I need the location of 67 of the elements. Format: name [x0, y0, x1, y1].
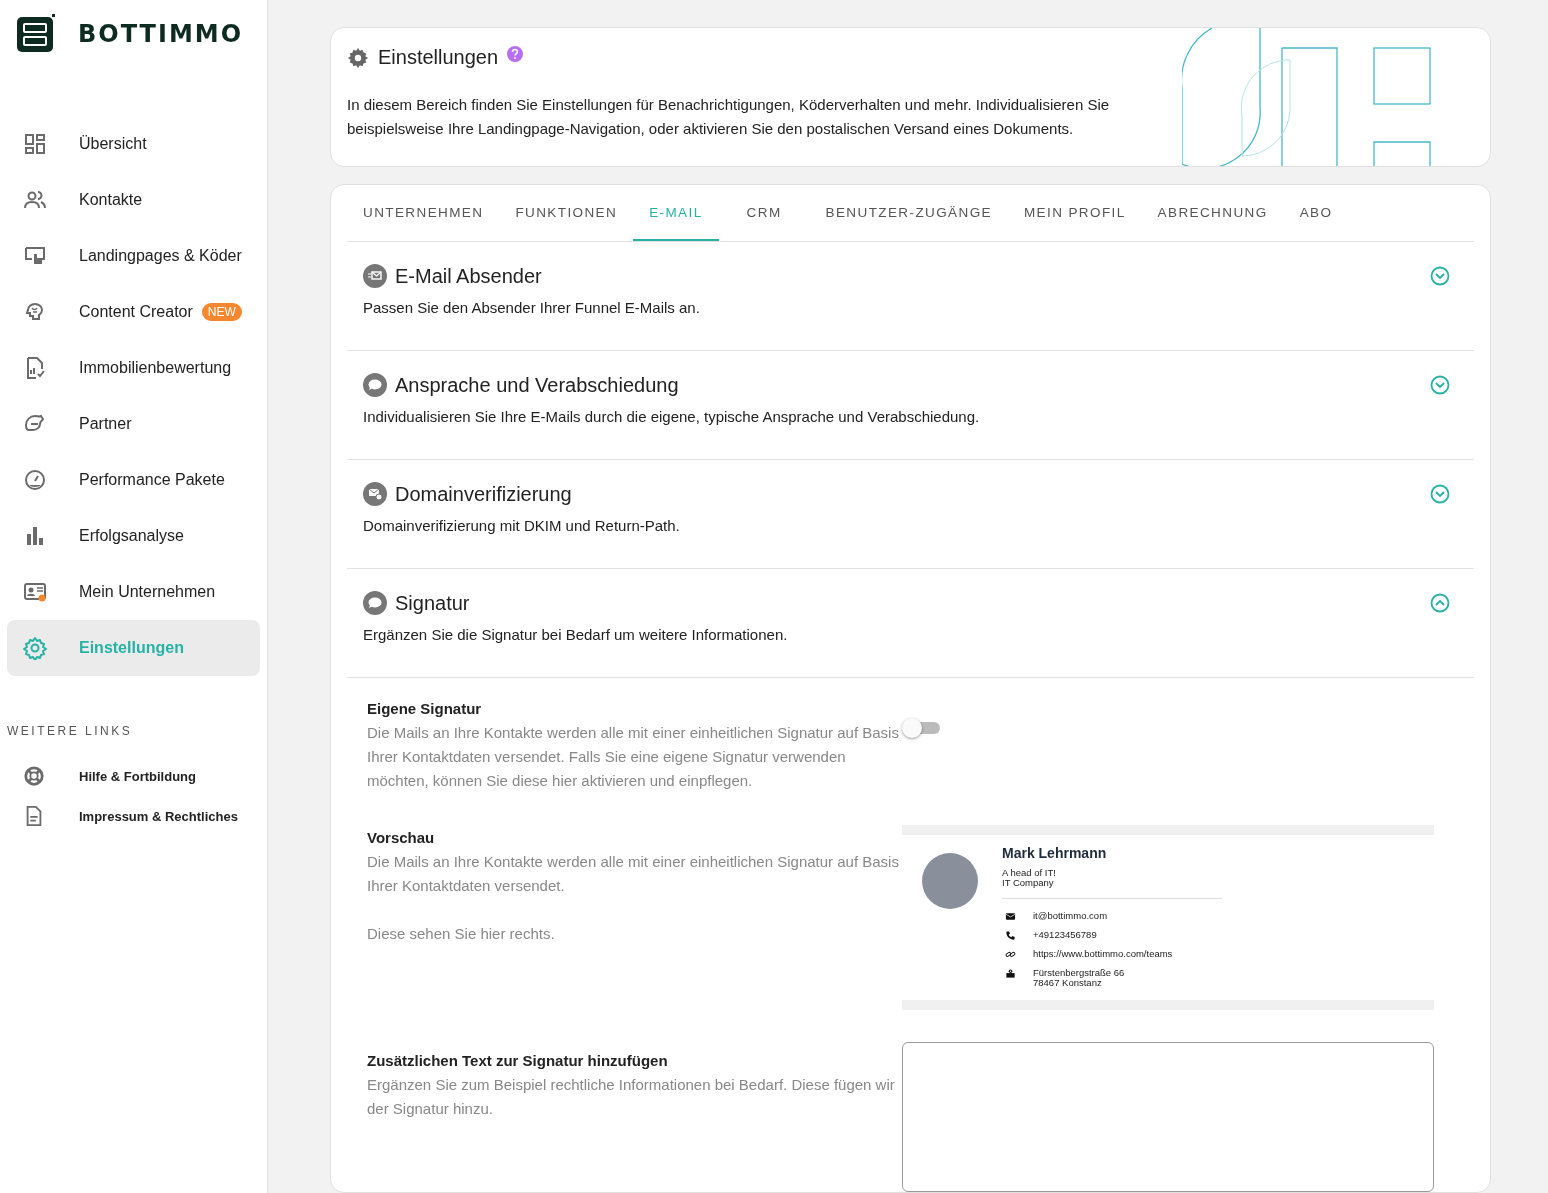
brand-name: BOTTIMMO — [78, 20, 244, 48]
section-description: Ergänzen Sie die Signatur bei Bedarf um weitere Informationen. — [363, 626, 789, 643]
link-icon — [1005, 949, 1016, 960]
chevron-up-icon[interactable] — [1430, 593, 1450, 613]
signature-contact: +49123456789 — [1033, 930, 1097, 940]
tab[interactable]: CRM — [718, 185, 810, 241]
email-icon — [363, 264, 387, 288]
photo-placeholder — [922, 853, 978, 909]
sidebar-link[interactable]: Hilfe & Fortbildung — [7, 756, 260, 796]
setting-title: Zusätzlichen Text zur Signatur hinzufügen — [367, 1052, 669, 1069]
sidebar-item[interactable]: Content Creator NEW — [7, 284, 260, 340]
section-description: Passen Sie den Absender Ihrer Funnel E-Mails an. — [363, 299, 701, 316]
setting-description: Ergänzen Sie zum Beispiel rechtliche Informationen bei Bedarf. Diese fügen wir der Signatur hinzu. — [367, 1075, 896, 1119]
section-title: Domainverifizierung — [395, 482, 572, 506]
sidebar-item[interactable]: Landingpages & Köder — [7, 228, 260, 284]
id-card-icon — [23, 580, 47, 604]
page-title: Einstellungen — [378, 46, 499, 69]
tab[interactable]: BENUTZER-ZUGÄNGE — [809, 185, 1008, 241]
tab[interactable]: FUNKTIONEN — [499, 185, 634, 241]
sidebar-item[interactable]: Immobilienbewertung — [7, 340, 260, 396]
signature-company: IT Company — [1002, 878, 1055, 888]
settings-icon — [347, 46, 369, 69]
envelope-icon — [1005, 911, 1016, 922]
speech-bubble-icon — [363, 591, 387, 615]
sidebar-link[interactable]: Impressum & Rechtliches — [7, 796, 260, 836]
signature-role: A head of IT! — [1002, 868, 1057, 878]
sidebar-item[interactable]: Mein Unternehmen — [7, 564, 260, 620]
phone-icon — [1005, 930, 1016, 941]
dashboard-icon — [23, 132, 47, 156]
page-description: In diesem Bereich finden Sie Einstellungen für Benachrichtigungen, Köderverhalten und mehr. Individualisieren Sie beispielsweise Ihre Landingpage-Navigation, oder aktivieren Sie den postalischen Versand eines Dokuments. — [347, 95, 1111, 139]
gauge-icon — [23, 468, 47, 492]
speech-bubble-icon — [363, 373, 387, 397]
location-icon — [1005, 968, 1016, 979]
sidebar-item[interactable]: Übersicht — [7, 116, 260, 172]
setting-description: Die Mails an Ihre Kontakte werden alle mit einer einheitlichen Signatur auf Basis Ihrer Kontaktdaten versendet. Falls Sie eine eigene Signatur verwenden möchten, können Sie diese hier aktivieren und einpflegen. — [367, 723, 900, 791]
logo-icon — [16, 14, 56, 54]
sidebar-item[interactable]: Partner — [7, 396, 260, 452]
sidebar-item[interactable]: Performance Pakete — [7, 452, 260, 508]
tab[interactable]: MEIN PROFIL — [1007, 185, 1142, 241]
setting-description: Die Mails an Ihre Kontakte werden alle mit einer einheitlichen Signatur auf Basis Ihrer Kontaktdaten versendet. — [367, 852, 900, 896]
settings-icon — [23, 636, 47, 660]
chevron-down-icon[interactable] — [1430, 484, 1450, 504]
section-title: E-Mail Absender — [395, 264, 542, 288]
setting-title: Eigene Signatur — [367, 700, 483, 717]
section-title: Signatur — [395, 591, 470, 615]
signature-name: Mark Lehrmann — [1002, 845, 1108, 861]
chevron-down-icon[interactable] — [1430, 375, 1450, 395]
tab[interactable]: ABRECHNUNG — [1141, 185, 1284, 241]
tab[interactable]: ABO — [1283, 185, 1349, 241]
sidebar-item[interactable]: Kontakte — [7, 172, 260, 228]
signature-contact: it@bottimmo.com — [1033, 911, 1108, 921]
help-icon[interactable] — [507, 45, 524, 62]
section-description: Domainverifizierung mit DKIM und Return-Path. — [363, 517, 681, 534]
tab[interactable]: UNTERNEHMEN — [347, 185, 500, 241]
section-title: Ansprache und Verabschiedung — [395, 373, 679, 397]
new-badge: NEW — [201, 303, 242, 321]
setting-title: Vorschau — [367, 829, 436, 846]
signature-contact: https://www.bottimmo.com/teams — [1033, 949, 1173, 959]
section-description: Individualisieren Sie Ihre E-Mails durch die eigene, typische Ansprache und Verabschiedung. — [363, 408, 981, 425]
section-heading: WEITERE LINKS — [7, 724, 134, 738]
setting-note: Diese sehen Sie hier rechts. — [367, 924, 556, 944]
sidebar-item[interactable]: Erfolgsanalyse — [7, 508, 260, 564]
toggle-switch[interactable] — [902, 718, 942, 738]
chevron-down-icon[interactable] — [1430, 266, 1450, 286]
signature-contact: Fürstenbergstraße 66 78467 Konstanz — [1033, 968, 1125, 988]
email-certificate-icon — [363, 482, 387, 506]
lifebuoy-icon — [23, 765, 45, 787]
